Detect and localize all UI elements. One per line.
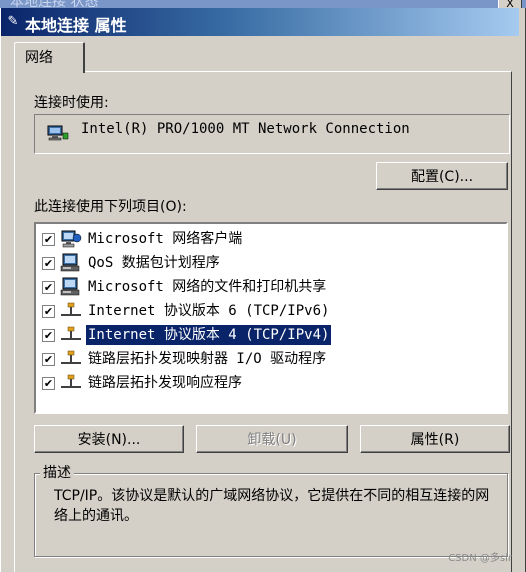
items-label: 此连接使用下列项目(O):: [34, 199, 187, 215]
item-checkbox[interactable]: ✔: [42, 281, 55, 294]
configure-button[interactable]: 配置(C)...: [376, 162, 508, 190]
uninstall-button-label: 卸载(U): [247, 432, 297, 448]
item-checkbox[interactable]: ✔: [42, 329, 55, 342]
adapter-field: Intel(R) PRO/1000 MT Network Connection: [34, 114, 510, 154]
protocol-icon: [60, 349, 82, 369]
watermark: CSDN @多sir: [448, 553, 512, 564]
item-label: 链路层拓扑发现响应程序: [88, 375, 242, 391]
network-adapter-icon: [47, 123, 69, 147]
list-item-selected[interactable]: ✔ Internet 协议版本 4 (TCP/IPv4): [40, 324, 500, 346]
uninstall-button[interactable]: 卸载(U): [196, 425, 348, 453]
configure-button-label: 配置(C)...: [410, 169, 474, 185]
item-checkbox[interactable]: ✔: [42, 353, 55, 366]
item-label: Internet 协议版本 4 (TCP/IPv4): [84, 324, 333, 346]
dialog-title: 本地连接 属性: [25, 16, 127, 35]
list-item[interactable]: ✔ Microsoft 网络客户端: [40, 228, 500, 250]
item-checkbox[interactable]: ✔: [42, 233, 55, 246]
list-item[interactable]: ✔ 链路层拓扑发现响应程序: [40, 372, 500, 394]
item-label: QoS 数据包计划程序: [88, 255, 220, 271]
components-list[interactable]: ✔ Microsoft 网络客户端 ✔ QoS 数据包计划程序 ✔ Micros…: [34, 222, 508, 414]
description-text: TCP/IP。该协议是默认的广域网络协议，它提供在不同的相互连接的网络上的通讯。: [54, 488, 490, 524]
service-icon: [60, 277, 82, 297]
protocol-icon: [60, 325, 82, 345]
item-checkbox[interactable]: ✔: [42, 305, 55, 318]
tab-network[interactable]: 网络: [14, 42, 85, 73]
protocol-icon: [60, 301, 82, 321]
list-item[interactable]: ✔ QoS 数据包计划程序: [40, 252, 500, 274]
description-title: 描述: [40, 462, 74, 482]
connect-using-label: 连接时使用:: [34, 95, 109, 111]
item-label: Microsoft 网络客户端: [88, 231, 243, 247]
protocol-icon: [60, 373, 82, 393]
network-client-icon: [60, 229, 82, 249]
install-button[interactable]: 安装(N)...: [34, 425, 184, 453]
install-button-label: 安装(N)...: [77, 432, 141, 448]
item-checkbox[interactable]: ✔: [42, 257, 55, 270]
item-label: 链路层拓扑发现映射器 I/O 驱动程序: [88, 351, 327, 367]
service-icon: [60, 253, 82, 273]
list-item[interactable]: ✔ Microsoft 网络的文件和打印机共享: [40, 276, 500, 298]
network-connection-icon: ✎: [7, 14, 19, 29]
properties-button[interactable]: 属性(R): [360, 425, 510, 453]
dialog-titlebar[interactable]: ✎ 本地连接 属性: [1, 8, 519, 36]
item-label: Microsoft 网络的文件和打印机共享: [88, 279, 327, 295]
background-window-title: 本地连接 状态: [10, 0, 99, 8]
properties-button-label: 属性(R): [410, 432, 460, 448]
item-checkbox[interactable]: ✔: [42, 377, 55, 390]
item-label: Internet 协议版本 6 (TCP/IPv6): [88, 303, 330, 319]
tab-network-label: 网络: [25, 50, 53, 66]
list-item[interactable]: ✔ 链路层拓扑发现映射器 I/O 驱动程序: [40, 348, 500, 370]
background-window-titlebar: 本地连接 状态: [0, 0, 526, 8]
adapter-name: Intel(R) PRO/1000 MT Network Connection: [81, 121, 410, 137]
list-item[interactable]: ✔ Internet 协议版本 6 (TCP/IPv6): [40, 300, 500, 322]
